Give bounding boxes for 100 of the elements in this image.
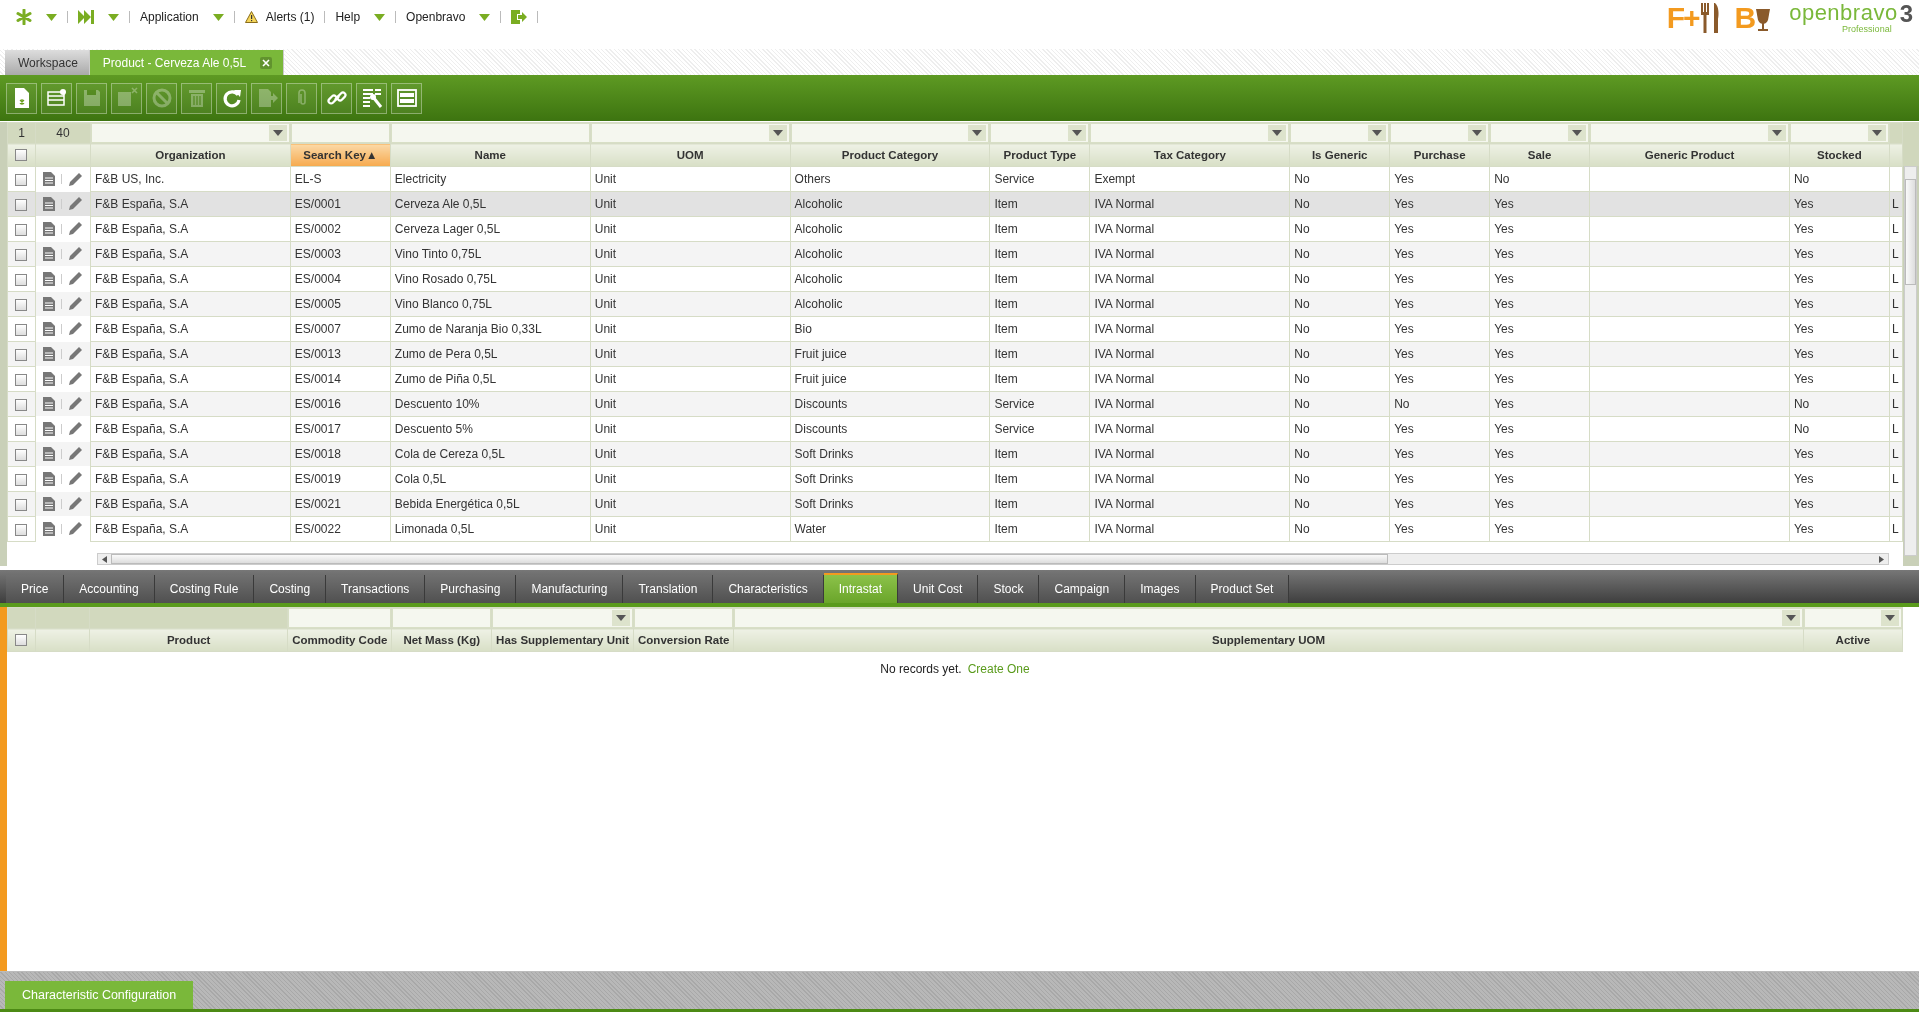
filter-field[interactable] bbox=[635, 609, 733, 627]
column-header[interactable]: Supplementary UOM bbox=[733, 628, 1804, 652]
caret-icon[interactable] bbox=[108, 13, 119, 21]
caret-icon[interactable] bbox=[772, 130, 783, 136]
caret-icon[interactable] bbox=[1472, 130, 1483, 136]
document-icon[interactable] bbox=[42, 521, 55, 536]
pencil-icon[interactable] bbox=[67, 446, 83, 461]
checkbox[interactable] bbox=[15, 423, 28, 436]
dropdown-button[interactable] bbox=[968, 125, 987, 141]
dropdown-button[interactable] bbox=[1781, 610, 1800, 626]
filter-field[interactable] bbox=[1491, 124, 1589, 142]
checkbox[interactable] bbox=[15, 248, 28, 261]
filter-field[interactable] bbox=[1790, 124, 1888, 142]
column-header[interactable]: Product Category bbox=[790, 143, 990, 167]
table-row[interactable]: F&B España, S.A ES/0001 Cerveza Ale 0,5L Unit Alcoholic Item IVA Normal No Yes Yes Yes L bbox=[7, 191, 1903, 217]
filter-field[interactable] bbox=[91, 124, 289, 142]
caret-icon[interactable] bbox=[1572, 130, 1583, 136]
document-icon[interactable] bbox=[42, 172, 55, 186]
checkbox[interactable] bbox=[15, 523, 28, 536]
tab[interactable]: Manufacturing bbox=[516, 575, 624, 603]
filter-field[interactable] bbox=[289, 609, 391, 627]
column-header[interactable]: Tax Category bbox=[1089, 143, 1290, 167]
document-icon[interactable] bbox=[42, 296, 55, 311]
filter-field[interactable] bbox=[393, 609, 491, 627]
tab[interactable]: Unit Cost bbox=[898, 575, 979, 603]
checkbox[interactable] bbox=[15, 473, 28, 486]
caret-icon[interactable] bbox=[1785, 615, 1796, 621]
document-icon[interactable] bbox=[42, 471, 55, 486]
dropdown-button[interactable] bbox=[1867, 125, 1886, 141]
pencil-icon[interactable] bbox=[67, 221, 83, 236]
menu-item[interactable]: Openbravo bbox=[406, 10, 466, 24]
pencil-icon[interactable] bbox=[67, 471, 83, 486]
fast-forward-icon[interactable] bbox=[78, 10, 94, 24]
table-row[interactable]: F&B España, S.A ES/0017 Descuento 5% Unit Discounts Service IVA Normal No Yes Yes No L bbox=[7, 416, 1903, 442]
dropdown-button[interactable] bbox=[1268, 125, 1287, 141]
dropdown-button[interactable] bbox=[612, 610, 631, 626]
tab[interactable]: Images bbox=[1125, 575, 1196, 603]
checkbox[interactable] bbox=[15, 323, 28, 336]
create-link[interactable]: Create One bbox=[967, 662, 1030, 676]
document-icon[interactable] bbox=[42, 271, 55, 286]
document-icon[interactable] bbox=[42, 496, 55, 511]
table-row[interactable]: F&B España, S.A ES/0003 Vino Tinto 0,75L Unit Alcoholic Item IVA Normal No Yes Yes Yes L bbox=[7, 241, 1903, 267]
menu-item[interactable]: Help bbox=[335, 10, 361, 24]
table-row[interactable]: F&B España, S.A ES/0004 Vino Rosado 0,75L Unit Alcoholic Item IVA Normal No Yes Yes Yes L bbox=[7, 266, 1903, 292]
pencil-icon[interactable] bbox=[67, 246, 83, 261]
dropdown-button[interactable] bbox=[1568, 125, 1587, 141]
document-icon[interactable] bbox=[42, 446, 55, 461]
checkbox[interactable] bbox=[15, 398, 28, 411]
table-row[interactable]: F&B US, Inc. EL-S Electricity Unit Others Service Exempt No Yes No No bbox=[7, 166, 1903, 192]
table-row[interactable]: F&B España, S.A ES/0007 Zumo de Naranja Bio 0,33L Unit Bio Item IVA Normal No Yes Yes Yes L bbox=[7, 316, 1903, 342]
document-icon[interactable] bbox=[42, 396, 55, 411]
pencil-icon[interactable] bbox=[67, 421, 83, 436]
tab[interactable]: Purchasing bbox=[425, 575, 517, 603]
pencil-icon[interactable] bbox=[67, 496, 83, 511]
asterisk-icon[interactable] bbox=[16, 9, 32, 25]
tab[interactable]: Product Set bbox=[1195, 575, 1290, 603]
checkbox[interactable] bbox=[15, 198, 28, 211]
tab[interactable]: Costing bbox=[254, 575, 327, 603]
tab[interactable]: Transactions bbox=[326, 575, 426, 603]
column-header[interactable]: Has Supplementary Unit bbox=[491, 628, 634, 652]
pencil-icon[interactable] bbox=[67, 396, 83, 411]
caret-icon[interactable] bbox=[46, 13, 57, 21]
column-header[interactable]: Name bbox=[390, 143, 591, 167]
filter-field[interactable] bbox=[391, 124, 589, 142]
caret-icon[interactable] bbox=[1072, 130, 1083, 136]
checkbox[interactable] bbox=[15, 373, 28, 386]
pencil-icon[interactable] bbox=[67, 196, 83, 211]
table-row[interactable]: F&B España, S.A ES/0013 Zumo de Pera 0,5L Unit Fruit juice Item IVA Normal No Yes Yes Yes L bbox=[7, 341, 1903, 367]
tab[interactable]: Translation bbox=[623, 575, 714, 603]
table-row[interactable]: F&B España, S.A ES/0016 Descuento 10% Unit Discounts Service IVA Normal No No Yes No L bbox=[7, 391, 1903, 417]
dropdown-button[interactable] bbox=[768, 125, 787, 141]
filter-field[interactable] bbox=[291, 124, 389, 142]
tab[interactable]: Stock bbox=[978, 575, 1040, 603]
horizontal-scrollbar[interactable] bbox=[97, 553, 1889, 565]
caret-icon[interactable] bbox=[1885, 615, 1895, 621]
checkbox[interactable] bbox=[15, 223, 28, 236]
filter-field[interactable] bbox=[1804, 609, 1901, 627]
caret-icon[interactable] bbox=[374, 13, 386, 21]
table-row[interactable]: F&B España, S.A ES/0021 Bebida Energética 0,5L Unit Soft Drinks Item IVA Normal No Yes Yes Yes L bbox=[7, 491, 1903, 517]
checkbox[interactable] bbox=[15, 173, 28, 186]
checkbox[interactable] bbox=[15, 448, 28, 461]
caret-icon[interactable] bbox=[616, 615, 627, 621]
document-icon[interactable] bbox=[42, 421, 55, 436]
table-row[interactable]: F&B España, S.A ES/0002 Cerveza Lager 0,5L Unit Alcoholic Item IVA Normal No Yes Yes Yes L bbox=[7, 216, 1903, 242]
dropdown-button[interactable] bbox=[1468, 125, 1487, 141]
filter-field[interactable] bbox=[991, 124, 1089, 142]
caret-icon[interactable] bbox=[212, 13, 224, 21]
column-header[interactable]: UOM bbox=[590, 143, 791, 167]
caret-icon[interactable] bbox=[1372, 130, 1383, 136]
document-icon[interactable] bbox=[42, 321, 55, 336]
document-icon[interactable] bbox=[42, 346, 55, 361]
checkbox[interactable] bbox=[15, 634, 28, 647]
checkbox[interactable] bbox=[15, 498, 28, 511]
filter-field[interactable] bbox=[1591, 124, 1788, 142]
logout-icon[interactable] bbox=[511, 10, 528, 24]
tab[interactable]: Characteristics bbox=[713, 575, 824, 603]
dropdown-button[interactable] bbox=[1368, 125, 1387, 141]
window-tab[interactable]: Workspace bbox=[5, 50, 90, 75]
filter-field[interactable] bbox=[1291, 124, 1389, 142]
table-row[interactable]: F&B España, S.A ES/0005 Vino Blanco 0,75L Unit Alcoholic Item IVA Normal No Yes Yes Yes L bbox=[7, 291, 1903, 317]
